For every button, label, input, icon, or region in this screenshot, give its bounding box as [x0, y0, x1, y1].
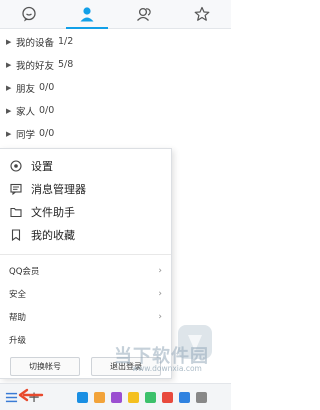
expand-arrow-icon: ▶	[6, 106, 12, 115]
group-count: 1/2	[58, 36, 74, 47]
switch-account-button[interactable]: 切换帐号	[10, 357, 80, 376]
tab-contacts[interactable]	[58, 0, 116, 29]
security-app-icon[interactable]	[179, 391, 190, 403]
group-chat-icon	[137, 7, 152, 21]
tab-favorites[interactable]	[173, 0, 231, 28]
menu-item-label: 消息管理器	[31, 182, 86, 196]
menu-item-label: 帮助	[9, 312, 27, 323]
music-app-icon[interactable]	[111, 391, 122, 403]
expand-arrow-icon: ▶	[6, 37, 12, 46]
menu-item-help[interactable]: 帮助 ›	[0, 305, 171, 328]
menu-item-label: 设置	[31, 159, 53, 173]
expand-arrow-icon: ▶	[6, 129, 12, 138]
menu-item-file-assistant[interactable]: 文件助手	[0, 200, 171, 223]
annotation-arrow-icon	[18, 388, 44, 402]
expand-arrow-icon: ▶	[6, 83, 12, 92]
menu-item-label: 我的收藏	[31, 228, 75, 242]
game-app-icon[interactable]	[94, 391, 105, 403]
watermark-url: www.downxia.com	[132, 364, 202, 373]
group-name: 我的设备	[16, 37, 55, 49]
group-name: 朋友	[16, 83, 36, 95]
weiyun-app-icon[interactable]	[162, 391, 173, 403]
group-count: 5/8	[58, 59, 74, 70]
contact-group-list: ▶ 我的设备 1/2 ▶ 我的好友 5/8 ▶ 朋友 0/0 ▶ 家人 0/0 …	[0, 30, 231, 145]
folder-icon	[9, 205, 23, 219]
menu-item-qq-vip[interactable]: QQ会员 ›	[0, 259, 171, 282]
group-name: 我的好友	[16, 60, 55, 72]
expand-arrow-icon: ▶	[6, 60, 12, 69]
group-my-friends[interactable]: ▶ 我的好友 5/8	[0, 53, 231, 76]
menu-item-my-favorites[interactable]: 我的收藏	[0, 223, 171, 246]
menu-item-label: 升级	[9, 335, 27, 346]
contact-person-icon	[80, 7, 94, 22]
group-family[interactable]: ▶ 家人 0/0	[0, 99, 231, 122]
tab-messages[interactable]	[0, 0, 58, 28]
group-count: 0/0	[39, 82, 55, 93]
menu-item-security[interactable]: 安全 ›	[0, 282, 171, 305]
group-count: 0/0	[39, 105, 55, 116]
group-friends[interactable]: ▶ 朋友 0/0	[0, 76, 231, 99]
menu-item-message-manager[interactable]: 消息管理器	[0, 177, 171, 200]
star-icon	[194, 6, 210, 21]
settings-icon	[9, 159, 23, 173]
mail-app-icon[interactable]	[128, 391, 139, 403]
menu-item-label: 安全	[9, 289, 27, 300]
tab-groups[interactable]	[116, 0, 174, 28]
app-manager-icon[interactable]	[196, 391, 207, 403]
menu-item-label: 文件助手	[31, 205, 75, 219]
group-classmates[interactable]: ▶ 同学 0/0	[0, 122, 231, 145]
group-name: 同学	[16, 129, 36, 141]
main-tab-bar	[0, 0, 231, 29]
group-my-devices[interactable]: ▶ 我的设备 1/2	[0, 30, 231, 53]
group-count: 0/0	[39, 128, 55, 139]
chevron-right-icon: ›	[158, 265, 162, 276]
app-shortcut-bar	[77, 391, 207, 403]
video-app-icon[interactable]	[145, 391, 156, 403]
message-manager-icon	[9, 182, 23, 196]
menu-item-settings[interactable]: 设置	[0, 154, 171, 177]
chevron-right-icon: ›	[158, 288, 162, 299]
chat-bubble-icon	[22, 6, 36, 22]
menu-item-label: QQ会员	[9, 266, 40, 277]
chevron-right-icon: ›	[158, 311, 162, 322]
menu-divider	[0, 254, 171, 255]
tencent-app-icon[interactable]	[77, 391, 88, 403]
bookmark-icon	[9, 228, 23, 242]
group-name: 家人	[16, 106, 36, 118]
